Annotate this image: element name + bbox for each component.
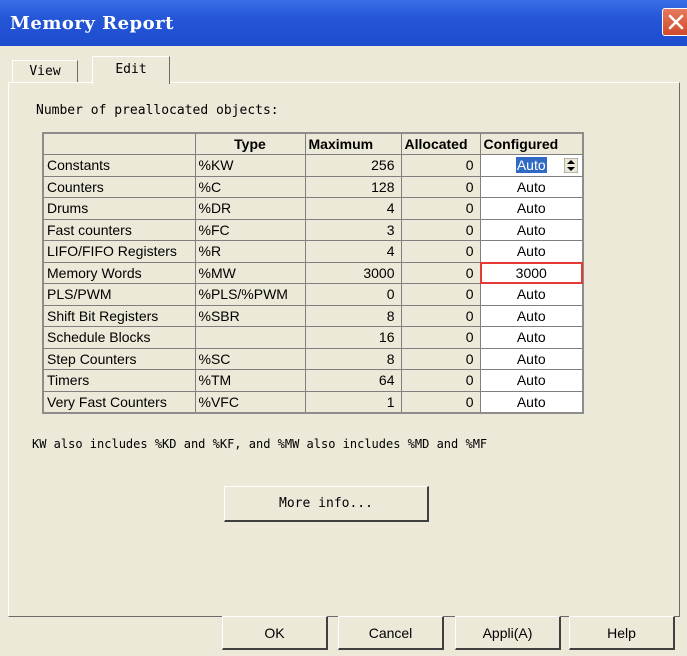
row-allocated: 0 [400, 154, 481, 177]
configured-cell[interactable]: Auto [479, 369, 584, 392]
row-name: Shift Bit Registers [42, 304, 196, 327]
row-maximum: 16 [304, 326, 402, 349]
row-allocated: 0 [400, 390, 481, 413]
row-allocated: 0 [400, 261, 481, 284]
row-type: %SC [194, 347, 306, 370]
row-type: %VFC [194, 390, 306, 413]
header-name [42, 132, 196, 155]
row-maximum: 3000 [304, 261, 402, 284]
row-name: Schedule Blocks [42, 326, 196, 349]
tab-view[interactable]: View [12, 60, 78, 82]
row-name: Counters [42, 175, 196, 198]
cancel-button[interactable]: Cancel [338, 616, 444, 650]
configured-cell[interactable]: Auto [479, 197, 584, 220]
row-name: Very Fast Counters [42, 390, 196, 413]
table-row: Schedule Blocks 16 0 Auto [42, 326, 584, 349]
tab-edit[interactable]: Edit [92, 56, 170, 84]
row-maximum: 0 [304, 283, 402, 306]
configured-value-selected[interactable]: Auto [515, 157, 547, 174]
row-allocated: 0 [400, 218, 481, 241]
close-button[interactable] [662, 8, 687, 36]
table-row: Memory Words %MW 3000 0 3000 [42, 261, 584, 284]
table-row: Fast counters %FC 3 0 Auto [42, 218, 584, 241]
row-name: Fast counters [42, 218, 196, 241]
header-allocated: Allocated [400, 132, 481, 155]
row-allocated: 0 [400, 175, 481, 198]
configured-cell[interactable]: Auto [479, 390, 584, 413]
configured-cell[interactable]: Auto [479, 218, 584, 241]
header-configured: Configured [479, 132, 584, 155]
row-name: Constants [42, 154, 196, 177]
row-allocated: 0 [400, 369, 481, 392]
configured-cell[interactable]: Auto [479, 240, 584, 263]
row-allocated: 0 [400, 304, 481, 327]
table-header-row: Type Maximum Allocated Configured [42, 132, 584, 155]
row-type: %FC [194, 218, 306, 241]
row-type: %DR [194, 197, 306, 220]
row-allocated: 0 [400, 240, 481, 263]
spinner-icon[interactable] [564, 158, 578, 173]
row-name: Drums [42, 197, 196, 220]
row-type: %R [194, 240, 306, 263]
row-type: %SBR [194, 304, 306, 327]
row-allocated: 0 [400, 326, 481, 349]
row-maximum: 256 [304, 154, 402, 177]
row-name: Step Counters [42, 347, 196, 370]
table-row: Shift Bit Registers %SBR 8 0 Auto [42, 304, 584, 327]
row-allocated: 0 [400, 283, 481, 306]
row-type: %TM [194, 369, 306, 392]
configured-cell[interactable]: Auto [479, 283, 584, 306]
table-row: PLS/PWM %PLS/%PWM 0 0 Auto [42, 283, 584, 306]
header-type: Type [194, 132, 306, 155]
row-allocated: 0 [400, 197, 481, 220]
configured-cell[interactable]: Auto [479, 326, 584, 349]
table-row: LIFO/FIFO Registers %R 4 0 Auto [42, 240, 584, 263]
apply-button[interactable]: Appli(A) [455, 616, 561, 650]
table-row: Very Fast Counters %VFC 1 0 Auto [42, 390, 584, 413]
row-maximum: 4 [304, 240, 402, 263]
close-icon [668, 14, 684, 30]
row-maximum: 3 [304, 218, 402, 241]
row-maximum: 4 [304, 197, 402, 220]
table-row: Constants %KW 256 0 Auto [42, 154, 584, 177]
table-row: Step Counters %SC 8 0 Auto [42, 347, 584, 370]
configured-cell[interactable]: Auto [479, 154, 584, 177]
row-type: %MW [194, 261, 306, 284]
row-type: %C [194, 175, 306, 198]
row-maximum: 64 [304, 369, 402, 392]
row-name: PLS/PWM [42, 283, 196, 306]
row-allocated: 0 [400, 347, 481, 370]
memory-note: KW also includes %KD and %KF, and %MW al… [32, 437, 488, 451]
configured-cell-highlighted[interactable]: 3000 [479, 261, 584, 284]
row-name: Memory Words [42, 261, 196, 284]
table-row: Timers %TM 64 0 Auto [42, 369, 584, 392]
row-type: %KW [194, 154, 306, 177]
help-button[interactable]: Help [569, 616, 675, 650]
memory-table: Type Maximum Allocated Configured Consta… [42, 132, 584, 414]
row-type: %PLS/%PWM [194, 283, 306, 306]
section-label: Number of preallocated objects: [36, 103, 279, 118]
configured-cell[interactable]: Auto [479, 304, 584, 327]
row-name: LIFO/FIFO Registers [42, 240, 196, 263]
header-maximum: Maximum [304, 132, 402, 155]
configured-cell[interactable]: Auto [479, 347, 584, 370]
row-maximum: 128 [304, 175, 402, 198]
title-bar: Memory Report [0, 0, 687, 46]
row-maximum: 8 [304, 304, 402, 327]
row-maximum: 1 [304, 390, 402, 413]
row-maximum: 8 [304, 347, 402, 370]
ok-button[interactable]: OK [222, 616, 328, 650]
configured-cell[interactable]: Auto [479, 175, 584, 198]
row-name: Timers [42, 369, 196, 392]
more-info-button[interactable]: More info... [224, 486, 429, 522]
row-type [194, 326, 306, 349]
window-title: Memory Report [10, 13, 174, 34]
table-row: Counters %C 128 0 Auto [42, 175, 584, 198]
table-row: Drums %DR 4 0 Auto [42, 197, 584, 220]
